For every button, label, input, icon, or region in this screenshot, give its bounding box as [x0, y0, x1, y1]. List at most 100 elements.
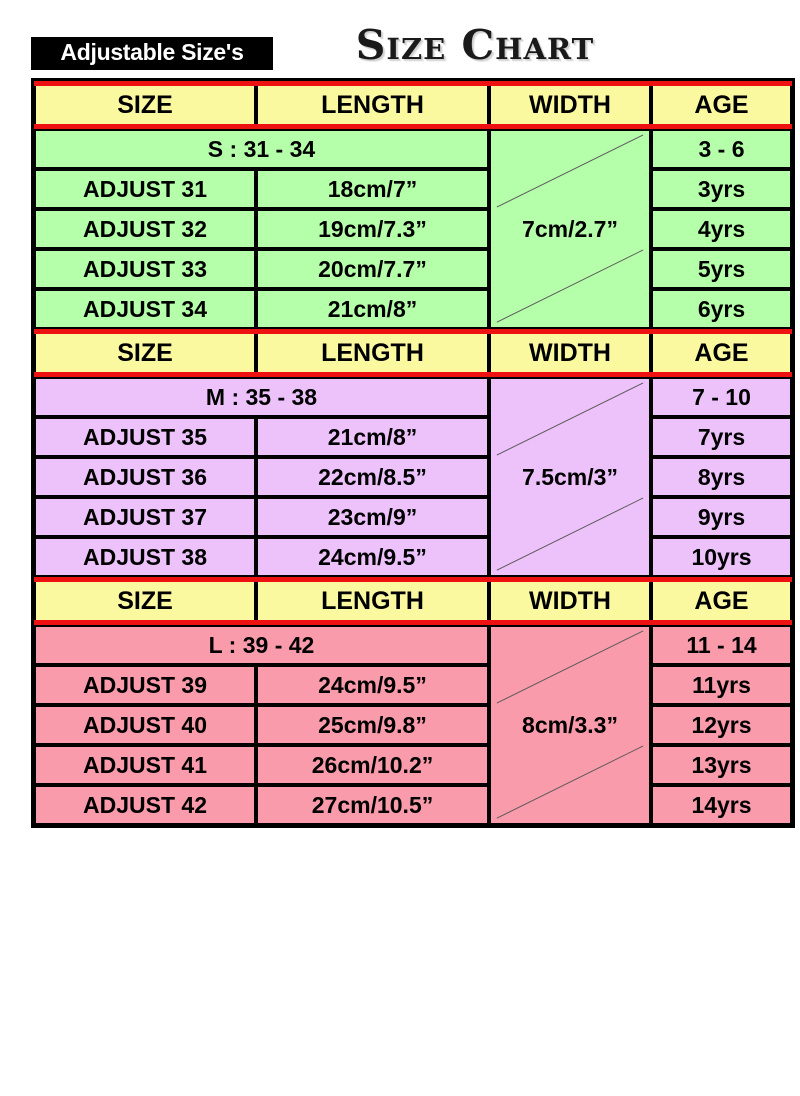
table-row: ADJUST 31 18cm/7”: [34, 169, 489, 209]
table-row-age: 8yrs: [651, 457, 792, 497]
cell-age: 7yrs: [651, 417, 792, 457]
cell-size: ADJUST 42: [34, 785, 256, 825]
cell-width-merged: 7.5cm/3”: [489, 377, 651, 577]
column-header-width: WIDTH: [489, 582, 651, 620]
summary-size-range: M : 35 - 38: [34, 377, 489, 417]
cell-age: 12yrs: [651, 705, 792, 745]
summary-row: S : 31 - 34: [34, 129, 489, 169]
page-title: Size Chart: [355, 21, 595, 69]
table-row-age: 9yrs: [651, 497, 792, 537]
size-section-s: SIZE LENGTH WIDTH AGE S : 31 - 34 ADJUST 31 18…: [34, 81, 792, 329]
cell-size: ADJUST 37: [34, 497, 256, 537]
table-row: ADJUST 32 19cm/7.3”: [34, 209, 489, 249]
cell-age: 3yrs: [651, 169, 792, 209]
table-row-age: 5yrs: [651, 249, 792, 289]
table-row-age: 6yrs: [651, 289, 792, 329]
cell-length: 25cm/9.8”: [256, 705, 489, 745]
table-row: ADJUST 40 25cm/9.8”: [34, 705, 489, 745]
summary-age-range: 7 - 10: [651, 377, 792, 417]
column-header-age: AGE: [651, 86, 792, 124]
cell-length: 24cm/9.5”: [256, 537, 489, 577]
cell-length: 21cm/8”: [256, 417, 489, 457]
cell-size: ADJUST 38: [34, 537, 256, 577]
column-header-row: SIZE LENGTH WIDTH AGE: [34, 582, 792, 620]
summary-row: L : 39 - 42: [34, 625, 489, 665]
table-row: ADJUST 38 24cm/9.5”: [34, 537, 489, 577]
cell-length: 21cm/8”: [256, 289, 489, 329]
age-stack: 11 - 14 11yrs 12yrs 13yrs 14yrs: [651, 625, 792, 825]
cell-age: 13yrs: [651, 745, 792, 785]
summary-age-range: 11 - 14: [651, 625, 792, 665]
table-row-age: 12yrs: [651, 705, 792, 745]
age-stack: 3 - 6 3yrs 4yrs 5yrs 6yrs: [651, 129, 792, 329]
table-row-age: 10yrs: [651, 537, 792, 577]
cell-length: 19cm/7.3”: [256, 209, 489, 249]
cell-age: 8yrs: [651, 457, 792, 497]
cell-width-value: 7.5cm/3”: [522, 463, 618, 490]
cell-size: ADJUST 36: [34, 457, 256, 497]
cell-age: 11yrs: [651, 665, 792, 705]
table-row: ADJUST 34 21cm/8”: [34, 289, 489, 329]
size-length-stack: L : 39 - 42 ADJUST 39 24cm/9.5” ADJUST 40 25…: [34, 625, 489, 825]
cell-size: ADJUST 40: [34, 705, 256, 745]
column-header-age: AGE: [651, 582, 792, 620]
table-row: ADJUST 33 20cm/7.7”: [34, 249, 489, 289]
table-row-age: 14yrs: [651, 785, 792, 825]
section-body: L : 39 - 42 ADJUST 39 24cm/9.5” ADJUST 40 25…: [34, 625, 792, 825]
column-header-row: SIZE LENGTH WIDTH AGE: [34, 86, 792, 124]
table-row-age: 13yrs: [651, 745, 792, 785]
summary-age-row: 11 - 14: [651, 625, 792, 665]
summary-age-row: 3 - 6: [651, 129, 792, 169]
column-header-size: SIZE: [34, 334, 256, 372]
table-row: ADJUST 36 22cm/8.5”: [34, 457, 489, 497]
cell-size: ADJUST 34: [34, 289, 256, 329]
cell-length: 18cm/7”: [256, 169, 489, 209]
cell-age: 6yrs: [651, 289, 792, 329]
cell-size: ADJUST 33: [34, 249, 256, 289]
table-row-age: 3yrs: [651, 169, 792, 209]
size-section-m: SIZE LENGTH WIDTH AGE M : 35 - 38 ADJUST 35 21…: [34, 329, 792, 577]
table-row: ADJUST 42 27cm/10.5”: [34, 785, 489, 825]
table-row: ADJUST 35 21cm/8”: [34, 417, 489, 457]
column-header-width: WIDTH: [489, 334, 651, 372]
cell-length: 22cm/8.5”: [256, 457, 489, 497]
size-chart-table: SIZE LENGTH WIDTH AGE S : 31 - 34 ADJUST 31 18…: [31, 78, 795, 828]
cell-width-value: 7cm/2.7”: [522, 215, 618, 242]
cell-length: 20cm/7.7”: [256, 249, 489, 289]
section-body: M : 35 - 38 ADJUST 35 21cm/8” ADJUST 36 22cm…: [34, 377, 792, 577]
column-header-age: AGE: [651, 334, 792, 372]
size-length-stack: S : 31 - 34 ADJUST 31 18cm/7” ADJUST 32 19cm…: [34, 129, 489, 329]
cell-width-merged: 8cm/3.3”: [489, 625, 651, 825]
summary-size-range: L : 39 - 42: [34, 625, 489, 665]
cell-age: 10yrs: [651, 537, 792, 577]
column-header-length: LENGTH: [256, 334, 489, 372]
summary-size-range: S : 31 - 34: [34, 129, 489, 169]
cell-length: 23cm/9”: [256, 497, 489, 537]
cell-age: 14yrs: [651, 785, 792, 825]
cell-age: 4yrs: [651, 209, 792, 249]
cell-age: 9yrs: [651, 497, 792, 537]
summary-row: M : 35 - 38: [34, 377, 489, 417]
cell-length: 24cm/9.5”: [256, 665, 489, 705]
cell-size: ADJUST 35: [34, 417, 256, 457]
table-row-age: 11yrs: [651, 665, 792, 705]
adjustable-sizes-badge: Adjustable Size's: [31, 37, 273, 70]
cell-width-merged: 7cm/2.7”: [489, 129, 651, 329]
column-header-width: WIDTH: [489, 86, 651, 124]
section-body: S : 31 - 34 ADJUST 31 18cm/7” ADJUST 32 19cm…: [34, 129, 792, 329]
cell-length: 27cm/10.5”: [256, 785, 489, 825]
cell-size: ADJUST 31: [34, 169, 256, 209]
table-row-age: 7yrs: [651, 417, 792, 457]
chart-header: Adjustable Size's Size Chart: [0, 0, 800, 78]
table-row: ADJUST 39 24cm/9.5”: [34, 665, 489, 705]
table-row-age: 4yrs: [651, 209, 792, 249]
cell-size: ADJUST 41: [34, 745, 256, 785]
column-header-size: SIZE: [34, 582, 256, 620]
column-header-length: LENGTH: [256, 582, 489, 620]
cell-size: ADJUST 39: [34, 665, 256, 705]
summary-age-row: 7 - 10: [651, 377, 792, 417]
cell-size: ADJUST 32: [34, 209, 256, 249]
age-stack: 7 - 10 7yrs 8yrs 9yrs 10yrs: [651, 377, 792, 577]
column-header-row: SIZE LENGTH WIDTH AGE: [34, 334, 792, 372]
size-length-stack: M : 35 - 38 ADJUST 35 21cm/8” ADJUST 36 22cm…: [34, 377, 489, 577]
